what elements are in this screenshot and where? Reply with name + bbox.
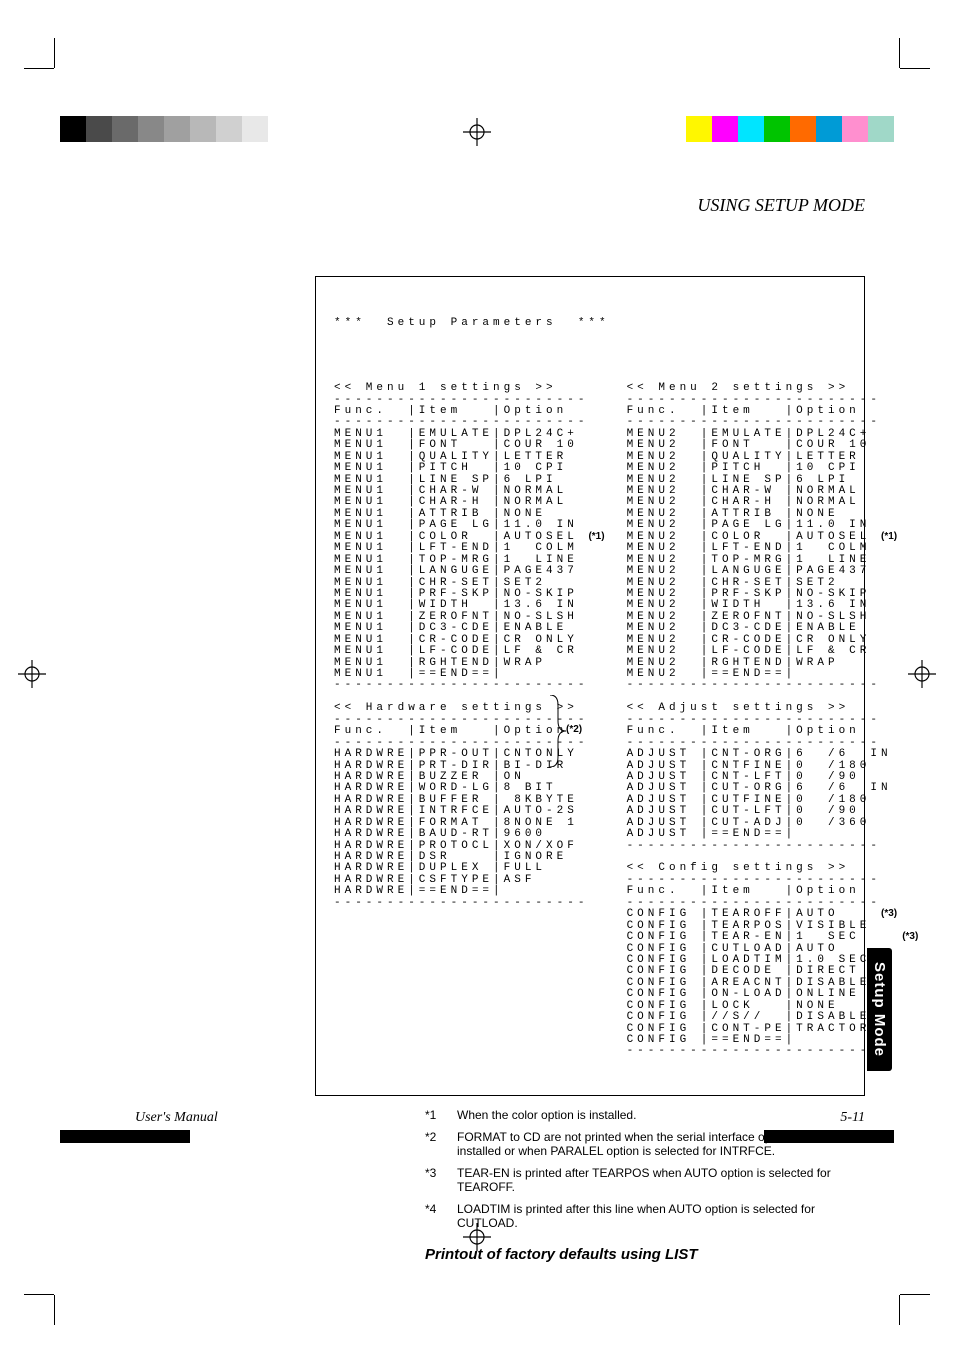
footnotes: *1When the color option is installed.*2F… xyxy=(425,1108,865,1230)
color-swatches xyxy=(686,116,894,142)
page-header: USING SETUP MODE xyxy=(135,195,865,216)
side-tab: Setup Mode xyxy=(867,948,892,1071)
footer-left: User's Manual xyxy=(135,1110,218,1126)
registration-mark-icon xyxy=(18,660,46,688)
registration-mark-icon xyxy=(463,118,491,146)
footnote-text: TEAR-EN is printed after TEARPOS when AU… xyxy=(457,1166,865,1194)
brace-icon: (*2) xyxy=(548,695,566,770)
listing-box: *** Setup Parameters *** << Menu 1 setti… xyxy=(315,276,865,1096)
page-footer: User's Manual 5-11 xyxy=(135,1110,865,1126)
grayscale-bars xyxy=(60,116,268,142)
page-content: USING SETUP MODE *** Setup Parameters **… xyxy=(135,195,865,1263)
listing-title: *** Setup Parameters *** xyxy=(334,318,846,329)
caption: Printout of factory defaults using LIST xyxy=(425,1246,865,1263)
footnote: *4LOADTIM is printed after this line whe… xyxy=(425,1202,865,1230)
footnote: *2FORMAT to CD are not printed when the … xyxy=(425,1130,865,1158)
footnote-text: FORMAT to CD are not printed when the se… xyxy=(457,1130,865,1158)
footnote-text: LOADTIM is printed after this line when … xyxy=(457,1202,865,1230)
footnote-num: *2 xyxy=(425,1130,457,1158)
footnote-num: *3 xyxy=(425,1166,457,1194)
footnote-num: *4 xyxy=(425,1202,457,1230)
footnote: *3TEAR-EN is printed after TEARPOS when … xyxy=(425,1166,865,1194)
footer-right: 5-11 xyxy=(840,1110,865,1126)
